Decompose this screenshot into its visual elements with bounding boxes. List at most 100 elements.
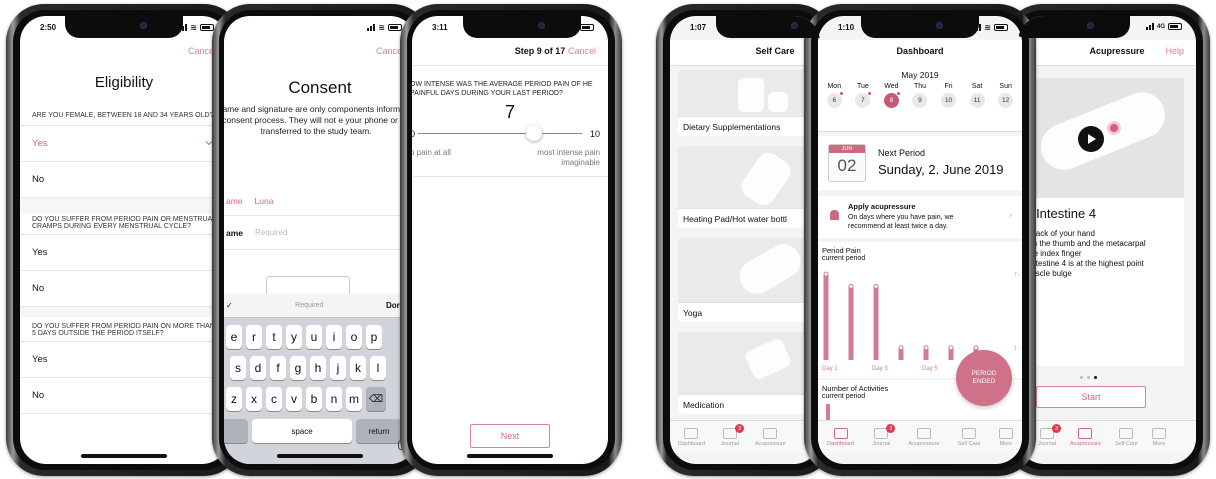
key-g[interactable]: g: [290, 356, 306, 380]
first-name-field[interactable]: ame Luna: [224, 186, 416, 216]
tab-selfcare[interactable]: Self Care: [958, 428, 981, 447]
card-medication[interactable]: Medication: [678, 332, 812, 414]
signature-box[interactable]: [266, 276, 350, 296]
start-button[interactable]: Start: [1036, 386, 1146, 408]
tab-more[interactable]: More: [1151, 428, 1166, 447]
key-i[interactable]: i: [326, 325, 342, 349]
space-key[interactable]: space: [252, 419, 352, 443]
next-button[interactable]: Next: [470, 424, 550, 448]
key-b[interactable]: b: [306, 387, 322, 411]
tab-journal[interactable]: 3 Journal: [721, 424, 744, 447]
key-k[interactable]: k: [350, 356, 366, 380]
card-yoga[interactable]: Yoga: [678, 238, 812, 322]
card-dietary[interactable]: Dietary Supplementations: [678, 70, 812, 136]
wifi-icon: ≋: [378, 23, 385, 32]
day-marker-icon: [838, 91, 844, 96]
key-v[interactable]: v: [286, 387, 302, 411]
key-c[interactable]: c: [266, 387, 282, 411]
instruction-line: ween the thumb and the metacarpal: [1018, 239, 1146, 248]
key-t[interactable]: t: [266, 325, 282, 349]
option-yes[interactable]: Yes: [20, 342, 228, 378]
pills-icon: [743, 336, 793, 382]
keyboard: ✓ Required Done ertyuiop sdfghjkl z x c v b n m ⌫…: [224, 294, 416, 464]
phone-step: 3:11 ≋ Step 9 of 17Cancel OW INTENSE WAS…: [400, 4, 622, 476]
tab-more[interactable]: More: [998, 428, 1013, 447]
option-no[interactable]: No: [20, 271, 228, 307]
tab-acupressure[interactable]: Acupressure: [1070, 428, 1101, 447]
keyboard-check-icon[interactable]: ✓: [226, 301, 233, 310]
tab-journal[interactable]: 3 Journal: [872, 424, 896, 447]
cancel-button[interactable]: Cancel: [568, 46, 596, 56]
key-x[interactable]: x: [246, 387, 262, 411]
tab-dashboard[interactable]: Dashboard: [678, 428, 705, 447]
option-yes-selected[interactable]: Yes: [20, 126, 228, 162]
status-time: 1:10: [838, 23, 855, 32]
acupressure-reminder[interactable]: Apply acupressure On days where you have…: [818, 196, 1022, 238]
period-ended-button[interactable]: PERIOD ENDED: [956, 350, 1012, 406]
key-p[interactable]: p: [366, 325, 382, 349]
chart-point: [823, 271, 829, 277]
play-icon[interactable]: [1078, 126, 1104, 152]
option-no[interactable]: No: [20, 378, 228, 414]
tab-acupressure[interactable]: Acupressure: [755, 428, 786, 447]
numbers-key[interactable]: [224, 419, 248, 443]
calendar-day[interactable]: 6: [826, 91, 844, 108]
card-heating[interactable]: Heating Pad/Hot water bottl: [678, 146, 812, 228]
calendar-day[interactable]: 8: [883, 91, 901, 108]
key-o[interactable]: o: [346, 325, 362, 349]
help-button[interactable]: Help: [1165, 46, 1184, 56]
key-h[interactable]: h: [310, 356, 326, 380]
key-d[interactable]: d: [250, 356, 266, 380]
key-l[interactable]: l: [370, 356, 386, 380]
key-j[interactable]: j: [330, 356, 346, 380]
more-icon: [998, 428, 1013, 439]
screen-consent: ≋ Cancel Consent ame and signature are o…: [224, 16, 416, 464]
calendar-strip: May 2019 Mon Tue Wed Thu Fri Sat Sun 6 7 8 9 10 11 1…: [818, 66, 1022, 132]
instruction-line: the back of your hand: [1018, 229, 1095, 238]
calendar-day[interactable]: 11: [969, 93, 985, 108]
tab-acupressure[interactable]: Acupressure: [909, 428, 939, 447]
option-yes[interactable]: Yes: [20, 235, 228, 271]
key-f[interactable]: f: [270, 356, 286, 380]
key-n[interactable]: n: [326, 387, 342, 411]
chart-point: [848, 283, 854, 289]
tab-label: Self Care: [1114, 441, 1138, 447]
backspace-key[interactable]: ⌫: [366, 387, 386, 411]
key-y[interactable]: y: [286, 325, 302, 349]
slider-track[interactable]: [418, 133, 582, 134]
slider-thumb[interactable]: [526, 125, 542, 141]
key-m[interactable]: m: [346, 387, 362, 411]
calendar-day[interactable]: 7: [855, 91, 873, 108]
yoga-mat-icon: [733, 238, 807, 300]
key-u[interactable]: u: [306, 325, 322, 349]
day-marker-icon: [895, 91, 901, 96]
calendar-day[interactable]: 9: [912, 93, 928, 108]
question-3: DO YOU SUFFER FROM PERIOD PAIN ON MORE T…: [32, 323, 215, 337]
key-r[interactable]: r: [246, 325, 262, 349]
tab-dashboard[interactable]: Dashboard: [827, 428, 854, 447]
key-z[interactable]: z: [226, 387, 242, 411]
last-name-placeholder: Required: [255, 228, 288, 237]
key-e[interactable]: e: [226, 325, 242, 349]
tab-selfcare[interactable]: Self Care: [1115, 428, 1138, 447]
calendar-day[interactable]: 10: [941, 93, 957, 108]
slider-min-label: o pain at all: [412, 148, 451, 157]
chart-bar: [823, 274, 829, 360]
hand-illustration: [1034, 85, 1172, 177]
calendar-day[interactable]: 12: [998, 93, 1014, 108]
chevron-right-icon: ›: [1008, 210, 1012, 221]
option-no[interactable]: No: [20, 162, 228, 198]
tab-label: More: [1152, 441, 1166, 447]
home-indicator: [467, 454, 553, 458]
tab-journal[interactable]: 3 Journal: [1038, 424, 1062, 447]
key-s[interactable]: s: [230, 356, 246, 380]
acupressure-icon: [763, 428, 778, 439]
next-period-card[interactable]: JUN 02 Next Period Sunday, 2. June 2019: [818, 136, 1022, 190]
dashboard-icon: [684, 428, 699, 439]
acupressure-video[interactable]: [1018, 78, 1184, 198]
chart-bar: [848, 286, 854, 360]
last-name-field[interactable]: ame Required: [224, 216, 416, 250]
chart-point: [898, 345, 904, 351]
activities-title: Number of Activities: [822, 384, 889, 393]
return-key[interactable]: return: [356, 419, 402, 443]
